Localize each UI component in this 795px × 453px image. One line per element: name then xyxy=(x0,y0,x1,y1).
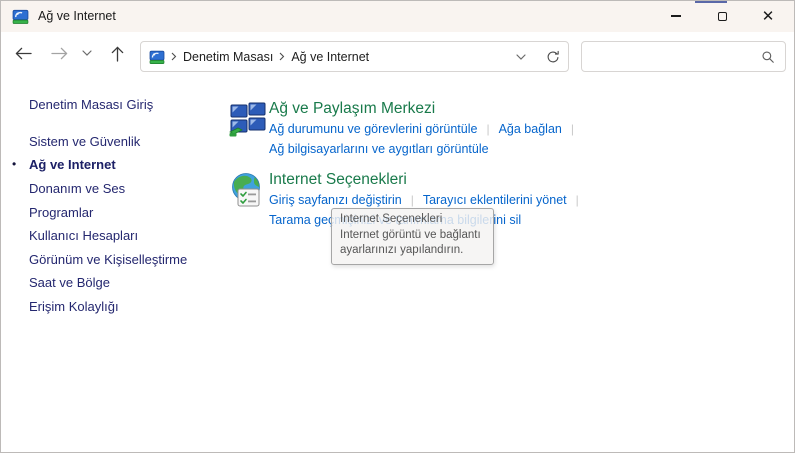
recent-pages-button[interactable] xyxy=(77,39,97,67)
sidebar-item-user-accounts[interactable]: Kullanıcı Hesapları xyxy=(29,228,138,243)
task-link-view-network-status[interactable]: Ağ durumunu ve görevlerini görüntüle xyxy=(269,122,477,136)
back-arrow-icon xyxy=(14,46,33,61)
separator: | xyxy=(486,122,489,136)
control-panel-window: Ağ ve Internet ✕ xyxy=(0,0,795,453)
back-button[interactable] xyxy=(9,39,37,67)
up-button[interactable] xyxy=(103,39,131,67)
breadcrumb-root[interactable]: Denetim Masası xyxy=(183,50,273,64)
separator: | xyxy=(571,122,574,136)
chevron-right-icon xyxy=(279,52,285,61)
selected-bullet: • xyxy=(12,157,16,171)
refresh-button[interactable] xyxy=(546,50,560,64)
tooltip-line: Internet Seçenekleri xyxy=(340,212,485,228)
link-row: Ağ bilgisayarlarını ve aygıtları görüntü… xyxy=(269,142,489,156)
tooltip-line: Internet görüntü ve bağlantı xyxy=(340,228,485,244)
task-link-manage-browser-addons[interactable]: Tarayıcı eklentilerini yönet xyxy=(423,193,567,207)
internet-options-icon[interactable] xyxy=(229,172,268,211)
separator: | xyxy=(576,193,579,207)
window-title: Ağ ve Internet xyxy=(38,1,116,32)
separator: | xyxy=(411,193,414,207)
chevron-right-icon xyxy=(171,52,177,61)
close-icon: ✕ xyxy=(762,9,775,24)
section-heading-network-sharing[interactable]: Ağ ve Paylaşım Merkezi xyxy=(269,100,435,118)
window-controls: ✕ xyxy=(653,1,791,31)
task-link-connect-to-network[interactable]: Ağa bağlan xyxy=(499,122,562,136)
sidebar-item-network-internet[interactable]: Ağ ve Internet xyxy=(29,157,116,172)
chevron-down-icon xyxy=(82,50,92,56)
search-icon xyxy=(761,50,775,64)
forward-button[interactable] xyxy=(45,39,73,67)
titlebar: Ağ ve Internet ✕ xyxy=(1,1,794,32)
control-panel-icon xyxy=(149,49,165,65)
network-sharing-center-icon[interactable] xyxy=(229,101,268,140)
search-input[interactable] xyxy=(592,50,761,64)
minimize-button[interactable] xyxy=(653,1,699,31)
close-button[interactable]: ✕ xyxy=(745,1,791,31)
maximize-button[interactable] xyxy=(699,1,745,31)
tooltip-line: ayarlarınızı yapılandırın. xyxy=(340,243,485,259)
address-dropdown-button[interactable] xyxy=(502,54,540,60)
sidebar-item-ease-of-access[interactable]: Erişim Kolaylığı xyxy=(29,299,119,314)
search-box[interactable] xyxy=(581,41,786,72)
forward-arrow-icon xyxy=(50,46,69,61)
sidebar-item-programs[interactable]: Programlar xyxy=(29,205,93,220)
sidebar-item-appearance[interactable]: Görünüm ve Kişiselleştirme xyxy=(29,252,187,267)
sidebar-item-clock-region[interactable]: Saat ve Bölge xyxy=(29,275,110,290)
breadcrumb-current[interactable]: Ağ ve Internet xyxy=(291,50,369,64)
link-row: Giriş sayfanızı değiştirin | Tarayıcı ek… xyxy=(269,193,588,207)
maximize-icon xyxy=(718,12,727,21)
minimize-icon xyxy=(671,15,681,16)
refresh-icon xyxy=(546,50,560,64)
sidebar-item-system-security[interactable]: Sistem ve Güvenlik xyxy=(29,134,140,149)
sidebar-item-home[interactable]: Denetim Masası Giriş xyxy=(29,97,153,112)
sidebar-item-hardware-sound[interactable]: Donanım ve Ses xyxy=(29,181,125,196)
navigation-bar: Denetim Masası Ağ ve Internet xyxy=(1,32,794,76)
link-row: Ağ durumunu ve görevlerini görüntüle | A… xyxy=(269,122,583,136)
control-panel-icon xyxy=(12,8,29,25)
up-arrow-icon xyxy=(110,45,125,62)
chevron-down-icon xyxy=(516,54,526,60)
internet-options-tooltip: Internet Seçenekleri Internet görüntü ve… xyxy=(331,208,494,265)
task-link-change-homepage[interactable]: Giriş sayfanızı değiştirin xyxy=(269,193,402,207)
section-heading-internet-options[interactable]: Internet Seçenekleri xyxy=(269,171,407,189)
task-link-view-network-computers[interactable]: Ağ bilgisayarlarını ve aygıtları görüntü… xyxy=(269,142,489,156)
address-bar[interactable]: Denetim Masası Ağ ve Internet xyxy=(140,41,569,72)
